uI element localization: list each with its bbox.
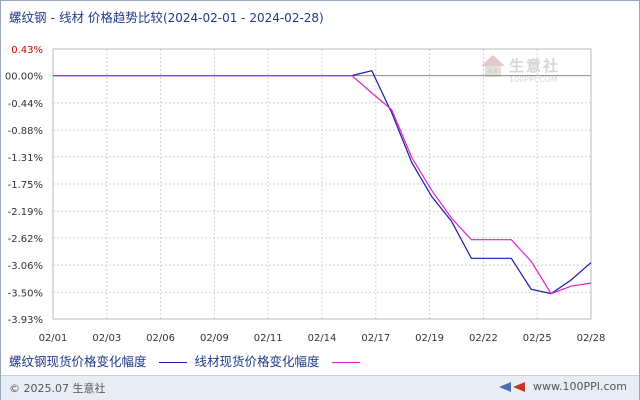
chart-frame: 螺纹钢 - 线材 价格趋势比较(2024-02-01 - 2024-02-28)… (0, 0, 640, 400)
legend-label-series-2: 线材现货价格变化幅度 (194, 354, 320, 369)
y-tick-label: -0.44% (8, 99, 43, 110)
footer-bar: © 2025.07 生意社 www.100PPI.com (1, 375, 639, 400)
x-tick-label: 02/09 (200, 333, 229, 344)
y-tick-label: -2.62% (8, 234, 43, 245)
x-tick-label: 02/11 (254, 333, 283, 344)
tick-layer: 0.43% 00.00% -0.44% -0.88% -1.31% -1.75% -2.19… (5, 45, 606, 344)
y-tick-label: -2.19% (8, 207, 43, 218)
footer-site-url: www.100PPI.com (533, 380, 627, 393)
legend-swatch-series-1 (158, 362, 187, 363)
line-chart: 0.43% 00.00% -0.44% -0.88% -1.31% -1.75% -2.19… (5, 45, 606, 344)
site-logo-icon (499, 382, 526, 392)
legend-label-series-1: 螺纹钢现货价格变化幅度 (9, 354, 147, 369)
footer-site: www.100PPI.com (499, 380, 627, 393)
x-tick-label: 02/28 (577, 333, 606, 344)
y-tick-label: -3.93% (8, 315, 43, 326)
y-tick-label: -3.50% (8, 288, 43, 299)
y-tick-label: -0.88% (8, 126, 43, 137)
x-tick-label: 02/25 (523, 333, 552, 344)
y-tick-label: -1.31% (8, 153, 43, 164)
x-tick-label: 02/03 (92, 333, 121, 344)
grid-layer (52, 48, 592, 320)
x-tick-label: 02/17 (361, 333, 390, 344)
y-tick-label: 0.43% (11, 45, 43, 56)
footer-copyright: © 2025.07 生意社 (9, 382, 106, 395)
x-tick-label: 02/06 (146, 333, 175, 344)
y-tick-label: -3.06% (8, 261, 43, 272)
x-tick-label: 02/14 (308, 333, 337, 344)
x-tick-label: 02/22 (469, 333, 498, 344)
y-tick-label: 00.00% (5, 72, 43, 83)
series-line-2 (53, 74, 592, 295)
x-tick-label: 02/19 (415, 333, 444, 344)
y-tick-label: -1.75% (8, 180, 43, 191)
x-tick-label: 02/01 (39, 333, 68, 344)
legend-swatch-series-2 (331, 362, 360, 363)
chart-legend: 螺纹钢现货价格变化幅度 线材现货价格变化幅度 (9, 351, 368, 370)
